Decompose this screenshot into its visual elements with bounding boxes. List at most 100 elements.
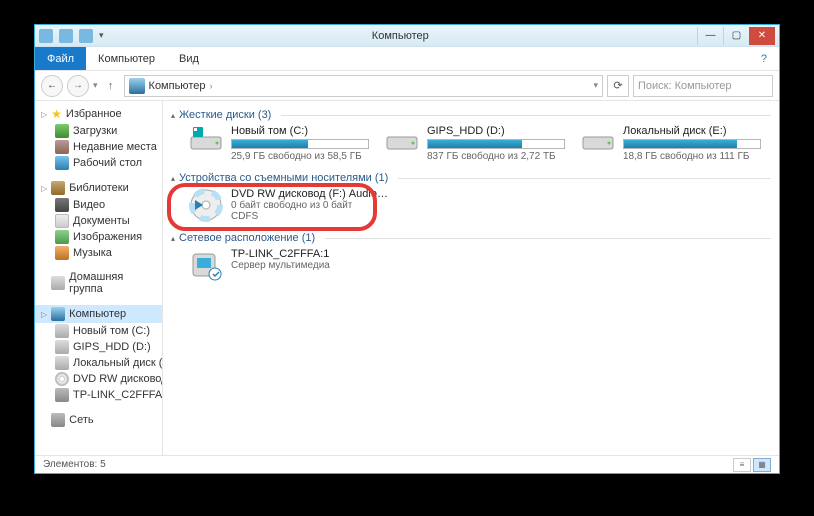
address-bar[interactable]: Компьютер › ▾ [124, 75, 603, 97]
sidebar-item-desktop[interactable]: Рабочий стол [35, 155, 162, 171]
computer-icon [51, 307, 65, 321]
location-icon [129, 78, 145, 94]
window-controls: — ▢ ✕ [697, 27, 775, 45]
refresh-button[interactable]: ⟳ [607, 75, 629, 97]
titlebar[interactable]: ▾ Компьютер — ▢ ✕ [35, 25, 779, 47]
drive-name: DVD RW дисковод (F:) Audio CD [231, 188, 389, 200]
network-location-tplink[interactable]: TP-LINK_C2FFFA:1 Сервер мультимедиа [189, 248, 389, 282]
search-input[interactable]: Поиск: Компьютер [633, 75, 773, 97]
disc-icon [189, 188, 223, 222]
menu-computer[interactable]: Компьютер [86, 47, 167, 70]
sidebar-item-images[interactable]: Изображения [35, 229, 162, 245]
sidebar-item-recent[interactable]: Недавние места [35, 139, 162, 155]
removable-row: DVD RW дисковод (F:) Audio CD 0 байт сво… [163, 188, 779, 228]
ribbon-help-icon[interactable]: ? [749, 47, 779, 70]
view-switcher: ≡ ▦ [733, 458, 771, 472]
drive-name: Новый том (C:) [231, 125, 369, 137]
up-button[interactable]: ↑ [102, 77, 120, 95]
collapse-icon[interactable]: ▴ [171, 174, 175, 183]
drive-e[interactable]: Локальный диск (E:) 18,8 ГБ свободно из … [581, 125, 761, 162]
qat-icon-2[interactable] [79, 29, 93, 43]
navigation-bar: ← → ▾ ↑ Компьютер › ▾ ⟳ Поиск: Компьютер [35, 71, 779, 101]
sidebar-favorites-label: Избранное [66, 108, 122, 120]
collapse-icon[interactable]: ▴ [171, 111, 175, 120]
drive-filesystem: CDFS [231, 211, 389, 222]
minimize-button[interactable]: — [697, 27, 723, 45]
music-icon [55, 246, 69, 260]
drive-free-text: 0 байт свободно из 0 байт [231, 200, 389, 211]
drive-name: Локальный диск (E:) [623, 125, 761, 137]
maximize-button[interactable]: ▢ [723, 27, 749, 45]
netloc-name: TP-LINK_C2FFFA:1 [231, 248, 389, 260]
explorer-window: ▾ Компьютер — ▢ ✕ Файл Компьютер Вид ? ←… [34, 24, 780, 474]
sidebar-homegroup-label: Домашняя группа [69, 271, 156, 295]
sidebar-item-drive-d[interactable]: GIPS_HDD (D:) [35, 339, 162, 355]
media-server-icon [55, 388, 69, 402]
sidebar-item-music[interactable]: Музыка [35, 245, 162, 261]
view-tiles-button[interactable]: ▦ [753, 458, 771, 472]
sidebar-item-dvd[interactable]: DVD RW дисковод [35, 371, 162, 387]
caret-icon[interactable]: ▷ [41, 110, 47, 119]
content-pane[interactable]: ▴ Жесткие диски (3) Новый том (C:) 25,9 … [163, 101, 779, 455]
breadcrumb-computer[interactable]: Компьютер [149, 80, 206, 92]
netloc-subtitle: Сервер мультимедиа [231, 260, 389, 271]
drive-d[interactable]: GIPS_HDD (D:) 837 ГБ свободно из 2,72 ТБ [385, 125, 565, 162]
drive-name: GIPS_HDD (D:) [427, 125, 565, 137]
address-dropdown-icon[interactable]: ▾ [593, 80, 598, 91]
sidebar-computer-label: Компьютер [69, 308, 126, 320]
sidebar-libraries-header[interactable]: ▷ Библиотеки [35, 179, 162, 197]
window-title: Компьютер [104, 30, 697, 42]
back-button[interactable]: ← [41, 75, 63, 97]
caret-icon[interactable]: ▷ [41, 310, 47, 319]
desktop-icon [55, 156, 69, 170]
downloads-icon [55, 124, 69, 138]
sidebar-item-video[interactable]: Видео [35, 197, 162, 213]
app-icon [39, 29, 53, 43]
category-removable-label: Устройства со съемными носителями (1) [179, 172, 388, 184]
drive-icon [55, 356, 69, 370]
category-network-header[interactable]: ▴ Сетевое расположение (1) [163, 228, 779, 248]
category-network-label: Сетевое расположение (1) [179, 232, 315, 244]
sidebar-item-tplink[interactable]: TP-LINK_C2FFFA:1 [35, 387, 162, 403]
collapse-icon[interactable]: ▴ [171, 234, 175, 243]
ribbon-tabs: Файл Компьютер Вид ? [35, 47, 779, 71]
libraries-icon [51, 181, 65, 195]
category-removable-header[interactable]: ▴ Устройства со съемными носителями (1) [163, 168, 779, 188]
images-icon [55, 230, 69, 244]
hdd-icon [385, 125, 419, 153]
usage-bar [231, 139, 369, 149]
drive-c[interactable]: Новый том (C:) 25,9 ГБ свободно из 58,5 … [189, 125, 369, 162]
recent-icon [55, 140, 69, 154]
documents-icon [55, 214, 69, 228]
video-icon [55, 198, 69, 212]
menu-view[interactable]: Вид [167, 47, 211, 70]
sidebar-item-drive-e[interactable]: Локальный диск (E:) [35, 355, 162, 371]
drive-free-text: 18,8 ГБ свободно из 111 ГБ [623, 151, 761, 162]
sidebar-item-downloads[interactable]: Загрузки [35, 123, 162, 139]
drive-icon [55, 324, 69, 338]
drive-free-text: 25,9 ГБ свободно из 58,5 ГБ [231, 151, 369, 162]
sidebar-favorites-header[interactable]: ▷ ★ Избранное [35, 105, 162, 123]
qat-icon-1[interactable] [59, 29, 73, 43]
sidebar-item-drive-c[interactable]: Новый том (C:) [35, 323, 162, 339]
sidebar-network-header[interactable]: ▷ Сеть [35, 411, 162, 429]
caret-icon[interactable]: ▷ [41, 184, 47, 193]
navigation-pane[interactable]: ▷ ★ Избранное Загрузки Недавние места Ра… [35, 101, 163, 455]
close-button[interactable]: ✕ [749, 27, 775, 45]
sidebar-homegroup-header[interactable]: ▷ Домашняя группа [35, 269, 162, 297]
quick-access-toolbar: ▾ [39, 29, 104, 43]
usage-bar [623, 139, 761, 149]
sidebar-item-documents[interactable]: Документы [35, 213, 162, 229]
hdd-row: Новый том (C:) 25,9 ГБ свободно из 58,5 … [163, 125, 779, 168]
forward-button[interactable]: → [67, 75, 89, 97]
menu-file[interactable]: Файл [35, 47, 86, 70]
breadcrumb-separator[interactable]: › [209, 81, 212, 91]
sidebar-computer-header[interactable]: ▷ Компьютер [35, 305, 162, 323]
history-dropdown-icon[interactable]: ▾ [93, 80, 98, 91]
drive-dvd[interactable]: DVD RW дисковод (F:) Audio CD 0 байт сво… [189, 188, 389, 222]
category-hdd-header[interactable]: ▴ Жесткие диски (3) [163, 105, 779, 125]
hdd-icon [189, 125, 223, 153]
sidebar-libraries-label: Библиотеки [69, 182, 129, 194]
network-icon [51, 413, 65, 427]
view-details-button[interactable]: ≡ [733, 458, 751, 472]
